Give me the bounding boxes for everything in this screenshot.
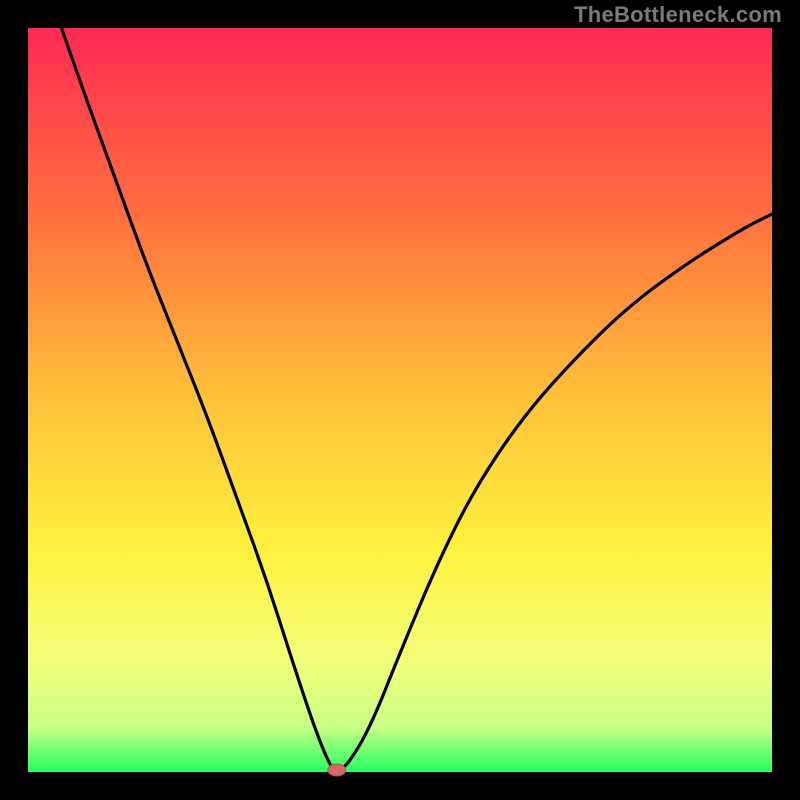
chart-container: TheBottleneck.com bbox=[0, 0, 800, 800]
watermark-label: TheBottleneck.com bbox=[574, 2, 782, 28]
bottleneck-chart bbox=[0, 0, 800, 800]
minimum-marker bbox=[328, 764, 346, 776]
plot-area bbox=[28, 28, 772, 772]
